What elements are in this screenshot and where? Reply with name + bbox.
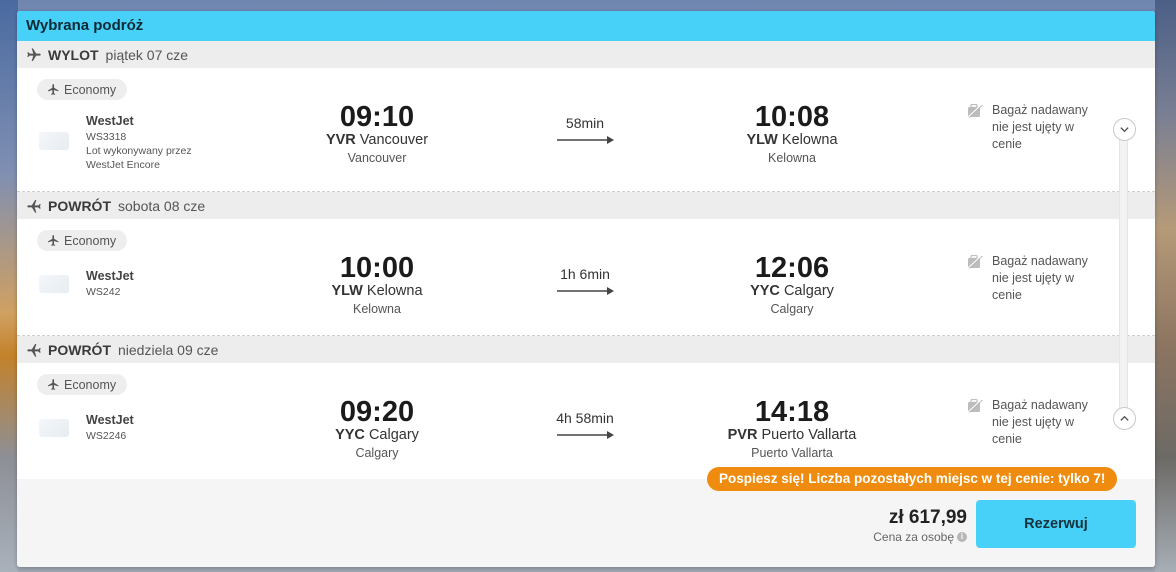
departure-time: 10:00 xyxy=(339,252,415,284)
baggage-info: Bagaż nadawany nie jest ujęty w cenie xyxy=(967,397,1107,448)
airplane-icon xyxy=(48,235,59,246)
departure-city: Calgary xyxy=(355,446,399,460)
arrival-airport: Kelowna xyxy=(781,132,838,148)
urgency-badge: Pospiesz się! Liczba pozostałych miejsc … xyxy=(707,467,1118,491)
arrival-time: 10:08 xyxy=(754,101,830,133)
flight-code: WS3318 xyxy=(86,131,127,143)
cabin-badge: Economy xyxy=(37,230,128,251)
arrival-city: Kelowna xyxy=(768,151,816,165)
departure-time: 09:20 xyxy=(339,396,415,428)
departure-iata: YYC xyxy=(335,427,365,443)
flight-code: WS2246 xyxy=(86,430,127,442)
arrow-icon xyxy=(557,136,614,144)
arrival: 14:18 PVR Puerto Vallarta Puerto Vallart… xyxy=(702,397,882,462)
arrival-city: Puerto Vallarta xyxy=(751,446,833,460)
airline-name: WestJet xyxy=(86,269,134,283)
cabin-badge: Economy xyxy=(37,374,128,395)
segment-bar-outbound: WYLOT piątek 07 cze xyxy=(17,41,1155,68)
scroll-up-button[interactable] xyxy=(1113,407,1136,430)
cabin-label: Economy xyxy=(64,233,117,248)
airplane-icon xyxy=(27,199,41,213)
arrival-iata: PVR xyxy=(727,427,758,443)
baggage-info: Bagaż nadawany nie jest ujęty w cenie xyxy=(967,253,1107,304)
departure-city: Kelowna xyxy=(353,302,401,316)
cabin-label: Economy xyxy=(64,377,117,392)
baggage-text: Bagaż nadawany nie jest ujęty w cenie xyxy=(992,398,1088,446)
segment-direction: POWRÓT xyxy=(48,341,111,358)
operated-by-label: Lot wykonywany przez xyxy=(86,145,192,157)
arrival-time: 14:18 xyxy=(754,396,830,428)
airplane-icon xyxy=(27,343,41,357)
price-amount: zł 617,99 xyxy=(888,507,967,528)
airline-info: WestJet WS3318 Lot wykonywany przez West… xyxy=(86,114,192,172)
segment-date: piątek 07 cze xyxy=(105,46,189,63)
selected-trip-card: Wybrana podróż WYLOT piątek 07 cze Econo… xyxy=(17,11,1155,567)
no-baggage-icon xyxy=(967,104,983,118)
arrival: 12:06 YYC Calgary Calgary xyxy=(702,253,882,318)
departure-airport: Vancouver xyxy=(359,132,429,148)
operated-by-carrier: WestJet Encore xyxy=(86,159,160,171)
departure-iata: YLW xyxy=(331,283,363,299)
info-icon[interactable]: i xyxy=(957,532,967,542)
segment-date: sobota 08 cze xyxy=(118,197,206,214)
chevron-down-icon xyxy=(1120,127,1129,133)
airplane-icon xyxy=(48,379,59,390)
segment-direction: POWRÓT xyxy=(48,197,111,214)
arrival-iata: YYC xyxy=(750,283,780,299)
baggage-info: Bagaż nadawany nie jest ujęty w cenie xyxy=(967,102,1107,153)
airline-name: WestJet xyxy=(86,114,134,128)
arrival-airport: Puerto Vallarta xyxy=(761,427,857,443)
airplane-icon xyxy=(48,84,59,95)
departure: 10:00 YLW Kelowna Kelowna xyxy=(287,253,467,318)
departure-city: Vancouver xyxy=(347,151,407,165)
flight-row: Economy WestJet WS242 10:00 YLW Kelowna … xyxy=(17,219,1155,336)
airplane-icon xyxy=(27,47,41,61)
arrival: 10:08 YLW Kelowna Kelowna xyxy=(702,102,882,167)
cabin-label: Economy xyxy=(64,82,117,97)
arrival-time: 12:06 xyxy=(754,252,830,284)
background-right xyxy=(1155,0,1176,572)
flight-code: WS242 xyxy=(86,286,121,298)
scroll-down-button[interactable] xyxy=(1113,118,1136,141)
departure-iata: YVR xyxy=(325,132,356,148)
airline-logo xyxy=(39,419,69,437)
scrollbar-track[interactable] xyxy=(1119,131,1128,426)
segment-direction: WYLOT xyxy=(48,46,99,63)
no-baggage-icon xyxy=(967,255,983,269)
arrow-icon xyxy=(557,431,614,439)
chevron-up-icon xyxy=(1120,415,1129,421)
departure: 09:20 YYC Calgary Calgary xyxy=(287,397,467,462)
airline-name: WestJet xyxy=(86,413,134,427)
flight-duration: 58min xyxy=(565,115,605,131)
departure: 09:10 YVR Vancouver Vancouver xyxy=(287,102,467,167)
flight-row: Economy WestJet WS3318 Lot wykonywany pr… xyxy=(17,68,1155,192)
baggage-text: Bagaż nadawany nie jest ujęty w cenie xyxy=(992,254,1088,302)
airline-info: WestJet WS242 xyxy=(86,269,134,299)
flight-duration: 4h 58min xyxy=(556,410,614,426)
card-title: Wybrana podróż xyxy=(17,11,1155,41)
airline-logo xyxy=(39,275,69,293)
arrival-city: Calgary xyxy=(770,302,814,316)
book-button[interactable]: Rezerwuj xyxy=(976,500,1136,548)
departure-airport: Calgary xyxy=(368,427,419,443)
flight-row: Economy WestJet WS2246 09:20 YYC Calgary… xyxy=(17,363,1155,480)
price-block: zł 617,99 Cena za osobę i xyxy=(857,507,967,544)
arrow-icon xyxy=(557,287,614,295)
price-per-person: Cena za osobę i xyxy=(857,530,967,544)
departure-time: 09:10 xyxy=(339,101,415,133)
arrival-iata: YLW xyxy=(746,132,778,148)
price-per-person-label: Cena za osobę xyxy=(873,530,954,544)
segment-bar-return-1: POWRÓT sobota 08 cze xyxy=(17,192,1155,219)
background-left xyxy=(0,0,18,572)
baggage-text: Bagaż nadawany nie jest ujęty w cenie xyxy=(992,103,1088,151)
departure-airport: Kelowna xyxy=(366,283,423,299)
segment-date: niedziela 09 cze xyxy=(118,341,219,358)
segment-bar-return-2: POWRÓT niedziela 09 cze xyxy=(17,336,1155,363)
cabin-badge: Economy xyxy=(37,79,128,100)
airline-info: WestJet WS2246 xyxy=(86,413,134,443)
arrival-airport: Calgary xyxy=(783,283,834,299)
airline-logo xyxy=(39,132,69,150)
no-baggage-icon xyxy=(967,399,983,413)
flight-duration: 1h 6min xyxy=(560,266,610,282)
